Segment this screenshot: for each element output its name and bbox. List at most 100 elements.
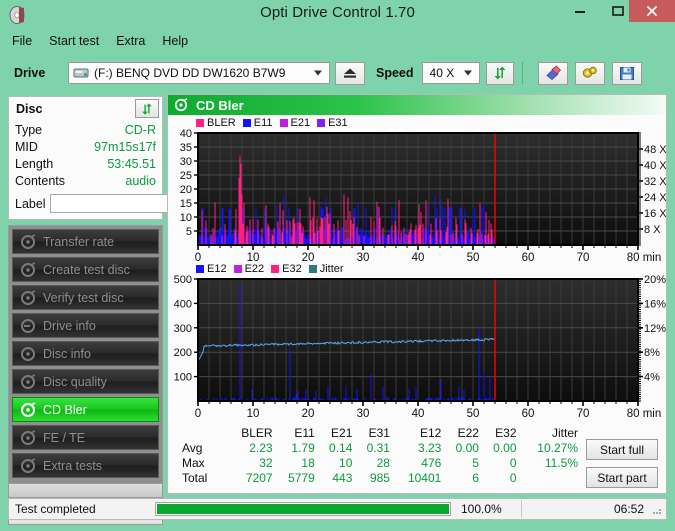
stats-corner: [180, 425, 226, 440]
cell: 443: [332, 470, 353, 485]
x-axis-tick-label: 70: [577, 408, 590, 420]
cell: 18: [301, 455, 315, 470]
row-label: Max: [182, 455, 205, 470]
bler-chart: BLER E11 E21 E31 5 10 15 20 25 30 35 40 8 X 16 X 2…: [168, 117, 668, 264]
x-axis-tick-label: 80 min: [627, 252, 662, 263]
title-bar: Opti Drive Control 1.70: [0, 0, 675, 30]
column-header: Jitter: [551, 425, 578, 440]
sidebar-item-label: Drive info: [43, 318, 96, 333]
legend-entry: BLER: [196, 117, 236, 129]
table-row: Avg 2.23 1.79 0.14 0.31 3.23 0.00 0.00 1…: [180, 440, 580, 455]
y-axis-tick-label: 5: [186, 226, 192, 238]
disc-info-icon: [20, 346, 36, 362]
start-part-button[interactable]: Start part: [586, 467, 658, 488]
sidebar-item-cd-bler[interactable]: CD Bler: [12, 397, 159, 422]
disc-label-row: Label: [15, 193, 251, 214]
y-axis-tick-label: 10: [180, 212, 192, 224]
progress-bar: [155, 502, 451, 516]
sidebar-item-label: Create test disc: [43, 262, 130, 277]
cell: 32: [259, 455, 273, 470]
cell: 28: [376, 455, 390, 470]
save-button[interactable]: [611, 61, 642, 85]
disc-quality-icon: [20, 373, 36, 390]
y-axis-tick-label: 40: [180, 128, 192, 140]
disc-key: MID: [15, 140, 38, 154]
bler-plot-area[interactable]: 5 10 15 20 25 30 35 40 8 X 16 X 24 X 32 X 40 X 48 X 0 1…: [168, 117, 668, 264]
x-axis-tick-label: 50: [467, 252, 480, 263]
y-axis-tick-label: 15: [180, 198, 192, 210]
sidebar-item-disc-quality[interactable]: Disc quality: [12, 369, 159, 394]
sidebar-item-verify-test-disc[interactable]: Verify test disc: [12, 285, 159, 310]
close-button[interactable]: [629, 0, 675, 22]
y2-axis-tick-label: 8 X: [644, 224, 661, 236]
y-axis-tick-label: 100: [174, 372, 192, 384]
cell: 10.27%: [537, 440, 578, 455]
menu-file[interactable]: File: [12, 34, 32, 48]
refresh-icon: [142, 102, 152, 115]
sidebar-item-fe-te[interactable]: FE / TE: [12, 425, 159, 450]
content-title: CD Bler: [196, 97, 244, 113]
menu-extra[interactable]: Extra: [116, 34, 145, 48]
disc-label-caption: Label: [15, 196, 46, 211]
speed-label: Speed: [376, 66, 414, 80]
legend-swatch: [308, 265, 317, 273]
e12-jitter-plot-area[interactable]: 100 200 300 400 500 4% 8% 12% 16% 20% 0 10 20 30 40 50 6…: [168, 263, 668, 421]
eraser-icon: [545, 65, 561, 81]
speed-select[interactable]: 40 X: [421, 62, 480, 84]
column-header: E32: [495, 425, 517, 440]
disc-panel-title: Disc: [16, 101, 43, 116]
disc-test-icon: [20, 233, 36, 250]
chevron-down-icon[interactable]: [463, 70, 472, 76]
x-axis-tick-label: 60: [522, 408, 535, 420]
cell: 2.23: [249, 440, 273, 455]
chevron-down-icon[interactable]: [314, 70, 322, 76]
x-axis-tick-label: 20: [302, 252, 315, 263]
eject-button[interactable]: [335, 61, 365, 85]
column-header: E12: [419, 425, 442, 440]
cell: 0.14: [329, 440, 353, 455]
legend-swatch: [233, 265, 242, 273]
table-row: Total 7207 5779 443 985 10401 6 0: [180, 470, 580, 485]
sidebar-item-drive-info[interactable]: Drive info: [12, 313, 159, 338]
disc-panel-header: Disc: [8, 96, 163, 120]
start-full-button[interactable]: Start full: [586, 439, 658, 460]
eject-icon: [344, 68, 356, 78]
x-axis-tick-label: 20: [302, 408, 315, 420]
cell: 0.31: [366, 440, 390, 455]
legend-label: E21: [290, 117, 311, 129]
maximize-icon: [612, 6, 624, 16]
menu-help[interactable]: Help: [162, 34, 188, 48]
progress-percent: 100.0%: [461, 502, 502, 516]
refresh-button[interactable]: [485, 61, 514, 85]
x-axis-tick-label: 70: [577, 252, 590, 263]
cell: 5779: [288, 470, 315, 485]
sidebar-item-create-test-disc[interactable]: Create test disc: [12, 257, 159, 282]
y2-axis-tick-label: 48 X: [644, 144, 667, 156]
erase-button[interactable]: [537, 61, 568, 85]
left-panel: Disc Type CD-R MID 97m15s17f Length 53:4…: [8, 96, 251, 525]
drive-icon: [73, 66, 89, 80]
y2-axis-tick-label: 12%: [644, 323, 666, 335]
cell: 5: [472, 455, 479, 470]
disc-value: CD-R: [124, 123, 156, 137]
sidebar-item-transfer-rate[interactable]: Transfer rate: [12, 229, 159, 254]
e12-jitter-chart-legend: E12 E22 E32 Jitter: [196, 263, 348, 275]
legend-label: E11: [253, 117, 273, 129]
sidebar-item-disc-info[interactable]: Disc info: [12, 341, 159, 366]
column-header: BLER: [241, 425, 273, 440]
settings-button[interactable]: [574, 61, 605, 85]
y2-axis-tick-label: 4%: [644, 372, 660, 384]
legend-entry: E22: [233, 263, 264, 275]
y-axis-tick-label: 200: [174, 347, 192, 359]
minimize-button[interactable]: [561, 0, 599, 22]
resize-grip[interactable]: [651, 504, 663, 516]
legend-label: BLER: [207, 117, 236, 129]
cd-bler-icon: [20, 401, 36, 418]
rescan-disc-button[interactable]: [135, 99, 159, 118]
drive-select[interactable]: (F:) BENQ DVD DD DW1620 B7W9: [68, 62, 330, 84]
sidebar-item-extra-tests[interactable]: Extra tests: [12, 453, 159, 478]
menu-start-test[interactable]: Start test: [49, 34, 99, 48]
x-axis-tick-label: 30: [357, 408, 370, 420]
y2-axis-tick-label: 16 X: [644, 208, 667, 220]
table-row: Max 32 18 10 28 476 5 0 11.5%: [180, 455, 580, 470]
